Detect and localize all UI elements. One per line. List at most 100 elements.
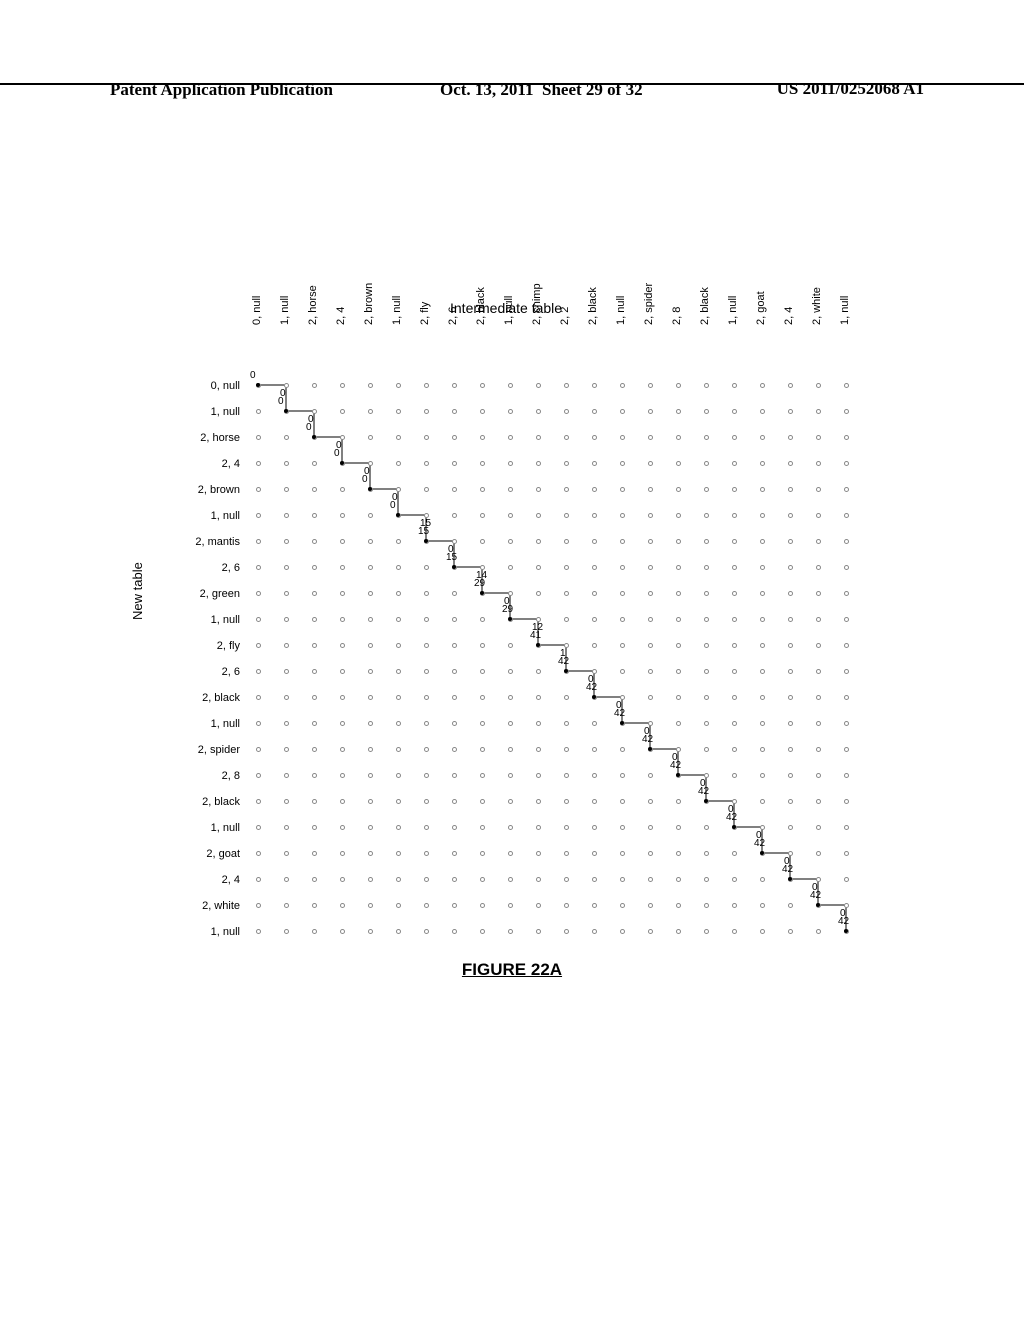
matrix-dot: [787, 564, 793, 570]
matrix-dot: [591, 746, 597, 752]
matrix-dot: [703, 590, 709, 596]
matrix-dot: [675, 434, 681, 440]
matrix-dot: [283, 642, 289, 648]
matrix-dot: [675, 408, 681, 414]
matrix-dot: [507, 824, 513, 830]
matrix-dot: [619, 772, 625, 778]
matrix-dot: [563, 850, 569, 856]
matrix-dot: [815, 642, 821, 648]
matrix-dot: [423, 616, 429, 622]
matrix-dot: [647, 694, 653, 700]
header-publication: Patent Application Publication: [110, 80, 333, 100]
matrix-dot: [759, 746, 765, 752]
matrix-dot: [843, 460, 849, 466]
matrix-dot: [843, 720, 849, 726]
matrix-dot: [731, 590, 737, 596]
matrix-dot: [423, 668, 429, 674]
matrix-dot: [367, 538, 373, 544]
matrix-dot: [535, 512, 541, 518]
matrix-dot: [451, 928, 457, 934]
matrix-dot: [759, 616, 765, 622]
matrix-dot: [759, 876, 765, 882]
diag-point: [591, 694, 597, 700]
matrix-dot: [339, 824, 345, 830]
matrix-dot: [367, 798, 373, 804]
row-label: 2, 6: [160, 562, 240, 574]
column-label: 1, null: [839, 296, 851, 325]
matrix-dot: [283, 538, 289, 544]
matrix-dot: [787, 512, 793, 518]
header-sheet: Sheet 29 of 32: [542, 80, 643, 99]
row-label: 2, white: [160, 900, 240, 912]
matrix-dot: [311, 798, 317, 804]
matrix-dot: [731, 460, 737, 466]
matrix-dot: [395, 772, 401, 778]
matrix-dot: [759, 798, 765, 804]
matrix-dot: [815, 486, 821, 492]
diag-point: [479, 590, 485, 596]
matrix-dot: [647, 564, 653, 570]
matrix-dot: [339, 616, 345, 622]
matrix-dot: [423, 720, 429, 726]
matrix-dot: [843, 564, 849, 570]
matrix-dot: [759, 434, 765, 440]
off-diag-value: 0: [336, 440, 342, 451]
matrix-dot: [451, 434, 457, 440]
matrix-dot: [367, 824, 373, 830]
matrix-dot: [647, 668, 653, 674]
matrix-dot: [283, 746, 289, 752]
matrix-dot: [759, 486, 765, 492]
matrix-dot: [535, 590, 541, 596]
matrix-dot: [395, 564, 401, 570]
matrix-dot: [591, 824, 597, 830]
matrix-dot: [647, 902, 653, 908]
matrix-dot: [507, 902, 513, 908]
matrix-dot: [815, 928, 821, 934]
matrix-dot: [647, 616, 653, 622]
column-label: 2, goat: [755, 291, 767, 325]
matrix-dot: [787, 902, 793, 908]
matrix-dot: [479, 928, 485, 934]
matrix-dot: [507, 668, 513, 674]
matrix-dot: [367, 590, 373, 596]
matrix-dot: [787, 408, 793, 414]
diag-point: [619, 720, 625, 726]
matrix-dot: [675, 486, 681, 492]
matrix-dot: [703, 668, 709, 674]
matrix-dot: [843, 824, 849, 830]
matrix-dot: [395, 746, 401, 752]
matrix-dot: [815, 460, 821, 466]
matrix-dot: [507, 382, 513, 388]
matrix-dot: [367, 876, 373, 882]
row-label: 2, spider: [160, 744, 240, 756]
matrix-dot: [423, 590, 429, 596]
matrix-dot: [675, 876, 681, 882]
matrix-dot: [451, 512, 457, 518]
matrix-dot: [619, 642, 625, 648]
diag-point: [731, 824, 737, 830]
matrix-dot: [395, 902, 401, 908]
row-label: 1, null: [160, 614, 240, 626]
matrix-dot: [283, 564, 289, 570]
matrix-dot: [423, 382, 429, 388]
matrix-dot: [815, 772, 821, 778]
matrix-dot: [311, 642, 317, 648]
matrix-dot: [815, 564, 821, 570]
matrix-dot: [507, 772, 513, 778]
matrix-dot: [535, 798, 541, 804]
matrix-dot: [367, 850, 373, 856]
matrix-dot: [339, 590, 345, 596]
matrix-dot: [255, 408, 261, 414]
matrix-dot: [787, 772, 793, 778]
matrix-dot: [815, 408, 821, 414]
matrix-dot: [815, 538, 821, 544]
matrix-dot: [395, 616, 401, 622]
matrix-dot: [479, 746, 485, 752]
matrix-dot: [255, 720, 261, 726]
matrix-dot: [479, 616, 485, 622]
diag-point: [311, 434, 317, 440]
matrix-dot: [619, 512, 625, 518]
row-label: 2, mantis: [160, 536, 240, 548]
row-label: 2, goat: [160, 848, 240, 860]
matrix-dot: [675, 668, 681, 674]
